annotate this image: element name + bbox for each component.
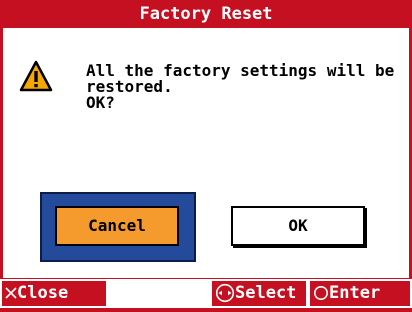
select-key[interactable]: Select	[210, 279, 308, 308]
circle-icon	[314, 286, 328, 300]
cancel-button[interactable]: Cancel	[55, 206, 179, 246]
blank-key	[108, 279, 210, 308]
close-key[interactable]: Close	[0, 279, 108, 308]
enter-key-label: Enter	[329, 283, 381, 303]
x-icon	[5, 287, 17, 299]
select-key-label: Select	[235, 283, 297, 303]
dialog-title: Factory Reset	[0, 0, 412, 28]
message-line-2: restored.	[86, 77, 173, 96]
warning-icon	[19, 60, 53, 92]
cancel-focus-highlight: Cancel	[40, 192, 196, 262]
message-line-3: OK?	[86, 93, 115, 112]
dialog-message: All the factory settings will be restore…	[86, 63, 406, 111]
ok-button[interactable]: OK	[231, 206, 365, 246]
enter-key[interactable]: Enter	[308, 279, 412, 308]
factory-reset-screen: Factory Reset All the factory settings w…	[0, 0, 412, 312]
footer-bar: Close Select Enter	[0, 278, 412, 312]
close-key-label: Close	[17, 283, 69, 303]
dial-icon	[215, 283, 235, 303]
